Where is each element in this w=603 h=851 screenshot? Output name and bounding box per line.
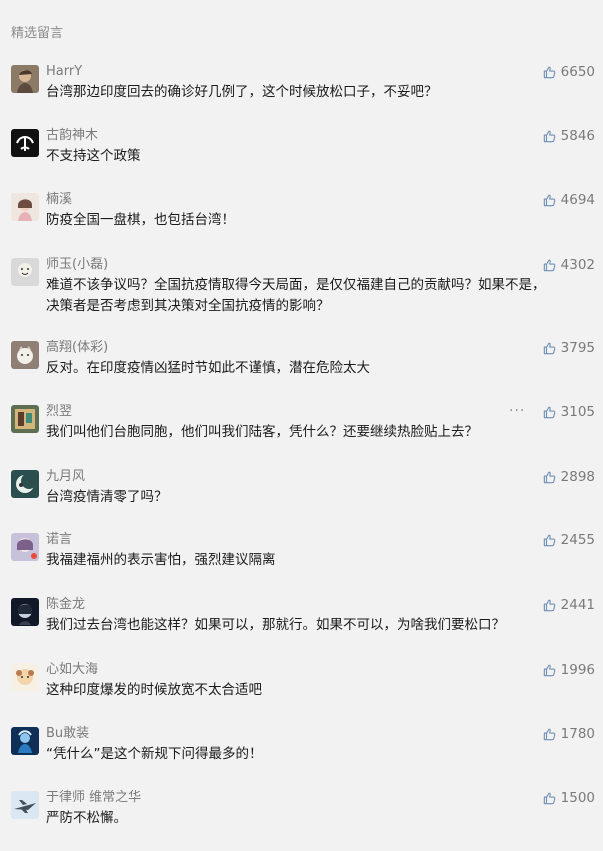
like-button[interactable]: 5846	[542, 126, 595, 146]
avatar-girl-icon[interactable]	[11, 193, 39, 221]
avatar-dark-anime-icon[interactable]	[11, 598, 39, 626]
like-count: 2455	[560, 532, 595, 548]
comment-text: 严防不松懈。	[46, 808, 566, 829]
like-button[interactable]: 3795	[542, 338, 595, 358]
comment-nickname[interactable]: 陈金龙	[46, 595, 85, 615]
avatar-moon-icon[interactable]	[11, 470, 39, 498]
comment-item: 诺言 我福建福州的表示害怕，强烈建议隔离 2455	[0, 530, 603, 593]
avatar-man-photo[interactable]	[11, 65, 39, 93]
like-button[interactable]: 2455	[542, 530, 595, 550]
comment-text-line: 不支持这个政策	[46, 148, 141, 164]
thumbs-up-icon	[542, 405, 561, 420]
like-button[interactable]: 1996	[542, 660, 595, 680]
comment-nickname[interactable]: 楠溪	[46, 190, 72, 210]
like-count: 3795	[560, 340, 595, 356]
comment-text: 反对。在印度疫情凶猛时节如此不谨慎，潜在危险太大	[46, 358, 566, 379]
comment-nickname[interactable]: 于律师 维常之华	[46, 788, 141, 808]
like-button[interactable]: 6650	[542, 62, 595, 82]
thumbs-up-icon	[542, 791, 561, 806]
comment-nickname[interactable]: 古韵神木	[46, 126, 98, 146]
avatar-cat-icon[interactable]	[11, 341, 39, 369]
avatar-dog-icon[interactable]	[11, 663, 39, 691]
comment-nickname[interactable]: Bu敢装	[46, 724, 89, 744]
like-count: 1996	[560, 662, 595, 678]
comment-nickname[interactable]: HarrY	[46, 62, 82, 82]
comment-text-line: 决策者是否考虑到其决策对全国抗疫情的影响？	[46, 298, 330, 314]
comment-nickname[interactable]: 高翔(体彩)	[46, 338, 108, 358]
comment-item: 于律师 维常之华 严防不松懈。 1500	[0, 788, 603, 851]
comment-text: 台湾疫情清零了吗？	[46, 487, 566, 508]
like-button[interactable]: 3105	[542, 402, 595, 422]
comment-text: 我们过去台湾也能这样？如果可以，那就行。如果不可以，为啥我们要松口？	[46, 615, 566, 636]
like-button[interactable]: 2441	[542, 595, 595, 615]
comment-item: 九月风 台湾疫情清零了吗？ 2898	[0, 467, 603, 530]
comment-text: 难道不该争议吗？全国抗疫情取得今天局面，是仅仅福建自己的贡献吗？如果不是， 决策者…	[46, 275, 566, 317]
comment-text: 我福建福州的表示害怕，强烈建议隔离	[46, 550, 566, 571]
comment-text-line: 难道不该争议吗？全国抗疫情取得今天局面，是仅仅福建自己的贡献吗？如果不是，	[46, 277, 546, 293]
avatar-game-icon[interactable]	[11, 405, 39, 433]
comment-nickname[interactable]: 心如大海	[46, 660, 98, 680]
like-count: 2898	[560, 469, 595, 485]
thumbs-up-icon	[542, 470, 561, 485]
comment-item: 古韵神木 不支持这个政策 5846	[0, 126, 603, 189]
comment-item: 心如大海 这种印度爆发的时候放宽不太合适吧 1996	[0, 660, 603, 723]
avatar-cartoon-icon[interactable]	[11, 258, 39, 286]
section-title: 精选留言	[11, 26, 64, 41]
more-options-icon[interactable]: ···	[509, 403, 525, 419]
comment-text: 防疫全国一盘棋，也包括台湾！	[46, 210, 566, 231]
comment-text: 我们叫他们台胞同胞，他们叫我们陆客，凭什么？还要继续热脸贴上去？	[46, 422, 566, 443]
comment-item: 高翔(体彩) 反对。在印度疫情凶猛时节如此不谨慎，潜在危险太大 3795	[0, 338, 603, 401]
thumbs-up-icon	[542, 598, 561, 613]
thumbs-up-icon	[542, 727, 561, 742]
thumbs-up-icon	[542, 341, 561, 356]
like-count: 6650	[560, 64, 595, 80]
comment-text: 不支持这个政策	[46, 146, 566, 167]
like-button[interactable]: 1500	[542, 788, 595, 808]
thumbs-up-icon	[542, 65, 561, 80]
comment-text-line: 这种印度爆发的时候放宽不太合适吧	[46, 682, 262, 698]
like-count: 4694	[560, 192, 595, 208]
like-count: 3105	[560, 404, 595, 420]
like-count: 4302	[560, 257, 595, 273]
comment-item: 师玉(小磊) 难道不该争议吗？全国抗疫情取得今天局面，是仅仅福建自己的贡献吗？如…	[0, 255, 603, 318]
comment-text-line: 我福建福州的表示害怕，强烈建议隔离	[46, 552, 276, 568]
thumbs-up-icon	[542, 193, 561, 208]
thumbs-up-icon	[542, 533, 561, 548]
comment-text-line: 严防不松懈。	[46, 810, 127, 826]
comment-nickname[interactable]: 诺言	[46, 530, 72, 550]
avatar-blue-figure-icon[interactable]	[11, 727, 39, 755]
comment-nickname[interactable]: 九月风	[46, 467, 85, 487]
comment-item: HarrY 台湾那边印度回去的确诊好几例了，这个时候放松口子，不妥吧？ 6650	[0, 62, 603, 125]
comment-item: 楠溪 防疫全国一盘棋，也包括台湾！ 4694	[0, 190, 603, 253]
thumbs-up-icon	[542, 663, 561, 678]
like-count: 5846	[560, 128, 595, 144]
comment-text-line: 台湾疫情清零了吗？	[46, 489, 168, 505]
comment-text-line: “凭什么”是这个新规下问得最多的！	[46, 746, 263, 762]
thumbs-up-icon	[542, 129, 561, 144]
comment-nickname[interactable]: 师玉(小磊)	[46, 255, 108, 275]
avatar-anime-icon[interactable]	[11, 533, 39, 561]
like-button[interactable]: 4694	[542, 190, 595, 210]
comment-text: “凭什么”是这个新规下问得最多的！	[46, 744, 566, 765]
like-count: 2441	[560, 597, 595, 613]
like-count: 1500	[560, 790, 595, 806]
comment-item: Bu敢装 “凭什么”是这个新规下问得最多的！ 1780	[0, 724, 603, 787]
comment-text: 这种印度爆发的时候放宽不太合适吧	[46, 680, 566, 701]
like-button[interactable]: 2898	[542, 467, 595, 487]
avatar-tree-icon[interactable]	[11, 129, 39, 157]
comment-text: 台湾那边印度回去的确诊好几例了，这个时候放松口子，不妥吧？	[46, 82, 566, 103]
comment-text-line: 防疫全国一盘棋，也包括台湾！	[46, 212, 235, 228]
thumbs-up-icon	[542, 258, 561, 273]
comment-item: 陈金龙 我们过去台湾也能这样？如果可以，那就行。如果不可以，为啥我们要松口？ 2…	[0, 595, 603, 658]
comment-text-line: 台湾那边印度回去的确诊好几例了，这个时候放松口子，不妥吧？	[46, 84, 438, 100]
comment-text-line: 我们过去台湾也能这样？如果可以，那就行。如果不可以，为啥我们要松口？	[46, 617, 505, 633]
like-count: 1780	[560, 726, 595, 742]
like-button[interactable]: 4302	[542, 255, 595, 275]
like-button[interactable]: 1780	[542, 724, 595, 744]
comment-text-line: 反对。在印度疫情凶猛时节如此不谨慎，潜在危险太大	[46, 360, 370, 376]
comment-text-line: 我们叫他们台胞同胞，他们叫我们陆客，凭什么？还要继续热脸贴上去？	[46, 424, 478, 440]
comment-nickname[interactable]: 烈翌	[46, 402, 72, 422]
comment-item: 烈翌 我们叫他们台胞同胞，他们叫我们陆客，凭什么？还要继续热脸贴上去？ 3105…	[0, 402, 603, 465]
avatar-airplane-icon[interactable]	[11, 791, 39, 819]
